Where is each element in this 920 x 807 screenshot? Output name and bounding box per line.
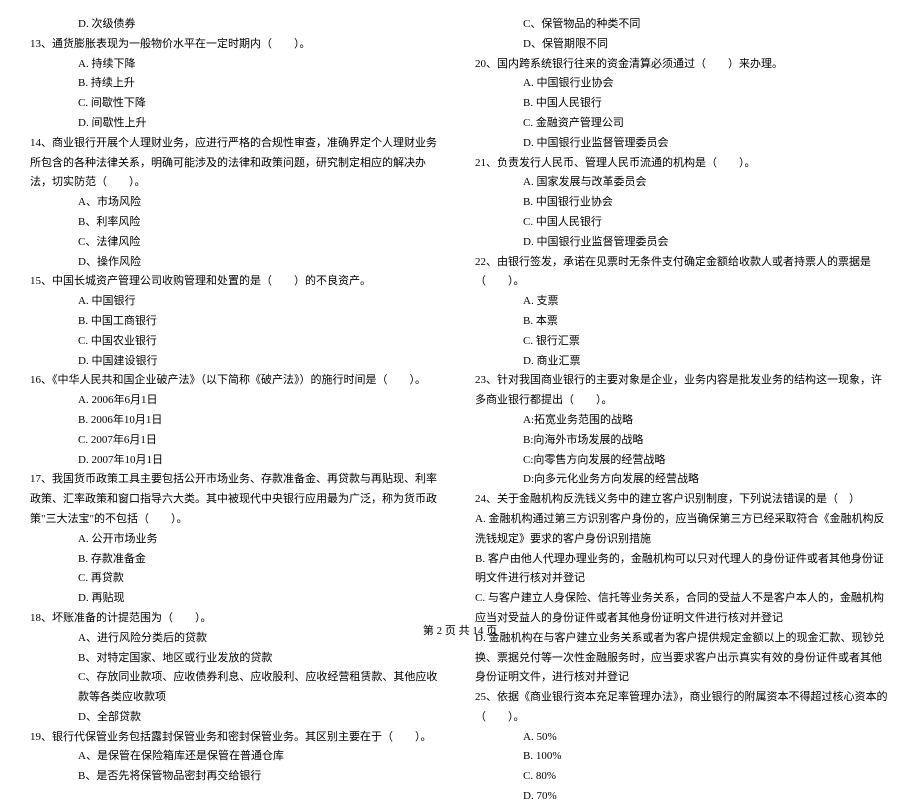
q25-option-a: A. 50% xyxy=(475,728,890,748)
q13-option-d: D. 间歇性上升 xyxy=(30,114,445,134)
q15: 15、中国长城资产管理公司收购管理和处置的是（ ）的不良资产。 xyxy=(30,272,445,292)
q25-option-d: D. 70% xyxy=(475,787,890,807)
q16-option-d: D. 2007年10月1日 xyxy=(30,451,445,471)
q15-option-a: A. 中国银行 xyxy=(30,292,445,312)
q13-option-a: A. 持续下降 xyxy=(30,55,445,75)
q14-option-c: C、法律风险 xyxy=(30,233,445,253)
q25-option-b: B. 100% xyxy=(475,747,890,767)
q20-option-c: C. 金融资产管理公司 xyxy=(475,114,890,134)
q13: 13、通货膨胀表现为一般物价水平在一定时期内（ ）。 xyxy=(30,35,445,55)
q17-option-d: D. 再贴现 xyxy=(30,589,445,609)
q17: 17、我国货币政策工具主要包括公开市场业务、存款准备金、再贷款与再贴现、利率政策… xyxy=(30,470,445,529)
q25-option-c: C. 80% xyxy=(475,767,890,787)
q19-option-a: A、是保管在保险箱库还是保管在普通仓库 xyxy=(30,747,445,767)
q20-option-b: B. 中国人民银行 xyxy=(475,94,890,114)
q19-option-c: C、保管物品的种类不同 xyxy=(475,15,890,35)
q22-option-a: A. 支票 xyxy=(475,292,890,312)
q21-option-a: A. 国家发展与改革委员会 xyxy=(475,173,890,193)
q20: 20、国内跨系统银行往来的资金清算必须通过（ ）来办理。 xyxy=(475,55,890,75)
left-column: D. 次级债券 13、通货膨胀表现为一般物价水平在一定时期内（ ）。 A. 持续… xyxy=(30,15,445,807)
q15-option-c: C. 中国农业银行 xyxy=(30,332,445,352)
q19-option-d: D、保管期限不同 xyxy=(475,35,890,55)
q15-option-b: B. 中国工商银行 xyxy=(30,312,445,332)
q17-option-b: B. 存款准备金 xyxy=(30,550,445,570)
q21-option-d: D. 中国银行业监督管理委员会 xyxy=(475,233,890,253)
q16-option-c: C. 2007年6月1日 xyxy=(30,431,445,451)
q23: 23、针对我国商业银行的主要对象是企业，业务内容是批发业务的结构这一现象，许多商… xyxy=(475,371,890,411)
q22: 22、由银行签发，承诺在见票时无条件支付确定金额给收款人或者持票人的票据是（ ）… xyxy=(475,253,890,293)
page-footer: 第 2 页 共 14 页 xyxy=(0,622,920,642)
q23-option-c: C:向零售方向发展的经营战略 xyxy=(475,451,890,471)
q22-option-c: C. 银行汇票 xyxy=(475,332,890,352)
q16-option-b: B. 2006年10月1日 xyxy=(30,411,445,431)
q12-option-d: D. 次级债券 xyxy=(30,15,445,35)
q16-option-a: A. 2006年6月1日 xyxy=(30,391,445,411)
q23-option-a: A:拓宽业务范围的战略 xyxy=(475,411,890,431)
q19: 19、银行代保管业务包括露封保管业务和密封保管业务。其区别主要在于（ ）。 xyxy=(30,728,445,748)
q20-option-d: D. 中国银行业监督管理委员会 xyxy=(475,134,890,154)
q22-option-b: B. 本票 xyxy=(475,312,890,332)
q18-option-b: B、对特定国家、地区或行业发放的贷款 xyxy=(30,649,445,669)
q21-option-b: B. 中国银行业协会 xyxy=(475,193,890,213)
q18-option-d: D、全部贷款 xyxy=(30,708,445,728)
q22-option-d: D. 商业汇票 xyxy=(475,352,890,372)
q13-option-b: B. 持续上升 xyxy=(30,74,445,94)
q17-option-a: A. 公开市场业务 xyxy=(30,530,445,550)
q24-option-b: B. 客户由他人代理办理业务的，金融机构可以只对代理人的身份证件或者其他身份证明… xyxy=(475,550,890,590)
q14-option-d: D、操作风险 xyxy=(30,253,445,273)
q17-option-c: C. 再贷款 xyxy=(30,569,445,589)
q24: 24、关于金融机构反洗钱义务中的建立客户识别制度，下列说法错误的是（ ） xyxy=(475,490,890,510)
q23-option-b: B:向海外市场发展的战略 xyxy=(475,431,890,451)
q13-option-c: C. 间歇性下降 xyxy=(30,94,445,114)
q14-option-a: A、市场风险 xyxy=(30,193,445,213)
q25: 25、依据《商业银行资本充足率管理办法》，商业银行的附属资本不得超过核心资本的（… xyxy=(475,688,890,728)
q24-option-a: A. 金融机构通过第三方识别客户身份的，应当确保第三方已经采取符合《金融机构反洗… xyxy=(475,510,890,550)
right-column: C、保管物品的种类不同 D、保管期限不同 20、国内跨系统银行往来的资金清算必须… xyxy=(475,15,890,807)
q14: 14、商业银行开展个人理财业务，应进行严格的合规性审查，准确界定个人理财业务所包… xyxy=(30,134,445,193)
q19-option-b: B、是否先将保管物品密封再交给银行 xyxy=(30,767,445,787)
q20-option-a: A. 中国银行业协会 xyxy=(475,74,890,94)
q23-option-d: D:向多元化业务方向发展的经营战略 xyxy=(475,470,890,490)
q15-option-d: D. 中国建设银行 xyxy=(30,352,445,372)
q14-option-b: B、利率风险 xyxy=(30,213,445,233)
q18-option-c: C、存放同业款项、应收债券利息、应收股利、应收经营租赁款、其他应收款等各类应收款… xyxy=(30,668,445,708)
two-column-layout: D. 次级债券 13、通货膨胀表现为一般物价水平在一定时期内（ ）。 A. 持续… xyxy=(30,15,890,807)
q21: 21、负责发行人民币、管理人民币流通的机构是（ ）。 xyxy=(475,154,890,174)
q21-option-c: C. 中国人民银行 xyxy=(475,213,890,233)
q16: 16、《中华人民共和国企业破产法》（以下简称《破产法》）的施行时间是（ ）。 xyxy=(30,371,445,391)
